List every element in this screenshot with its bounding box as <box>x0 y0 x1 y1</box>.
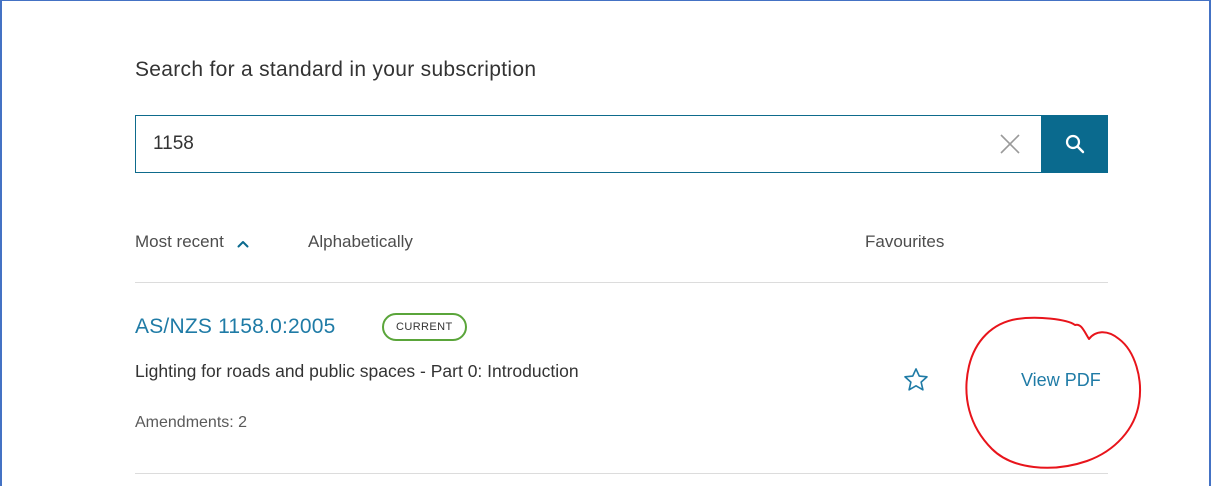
chevron-up-icon <box>237 232 249 254</box>
sort-bar: Most recent Alphabetically Favourites <box>135 231 1108 255</box>
status-badge: CURRENT <box>382 313 467 341</box>
search-input[interactable] <box>136 116 993 171</box>
star-outline-icon <box>904 368 928 391</box>
close-icon <box>1000 134 1020 154</box>
clear-search-button[interactable] <box>998 132 1022 156</box>
sort-most-recent-label: Most recent <box>135 232 224 251</box>
view-pdf-link[interactable]: View PDF <box>1021 369 1101 391</box>
sort-favourites[interactable]: Favourites <box>865 231 944 253</box>
search-field <box>135 115 1041 173</box>
divider <box>135 473 1108 474</box>
red-circle-annotation <box>965 316 1141 469</box>
search-heading: Search for a standard in your subscripti… <box>135 58 537 81</box>
sort-alphabetically[interactable]: Alphabetically <box>308 231 413 253</box>
search-button[interactable] <box>1041 115 1108 173</box>
result-amendments: Amendments: 2 <box>135 414 248 431</box>
result-title: Lighting for roads and public spaces - P… <box>135 361 579 381</box>
favourite-button[interactable] <box>902 366 930 394</box>
search-icon <box>1065 134 1085 154</box>
sort-most-recent[interactable]: Most recent <box>135 231 249 254</box>
result-standard-link[interactable]: AS/NZS 1158.0:2005 <box>135 314 336 340</box>
divider <box>135 282 1108 283</box>
page-frame: Search for a standard in your subscripti… <box>0 0 1211 486</box>
